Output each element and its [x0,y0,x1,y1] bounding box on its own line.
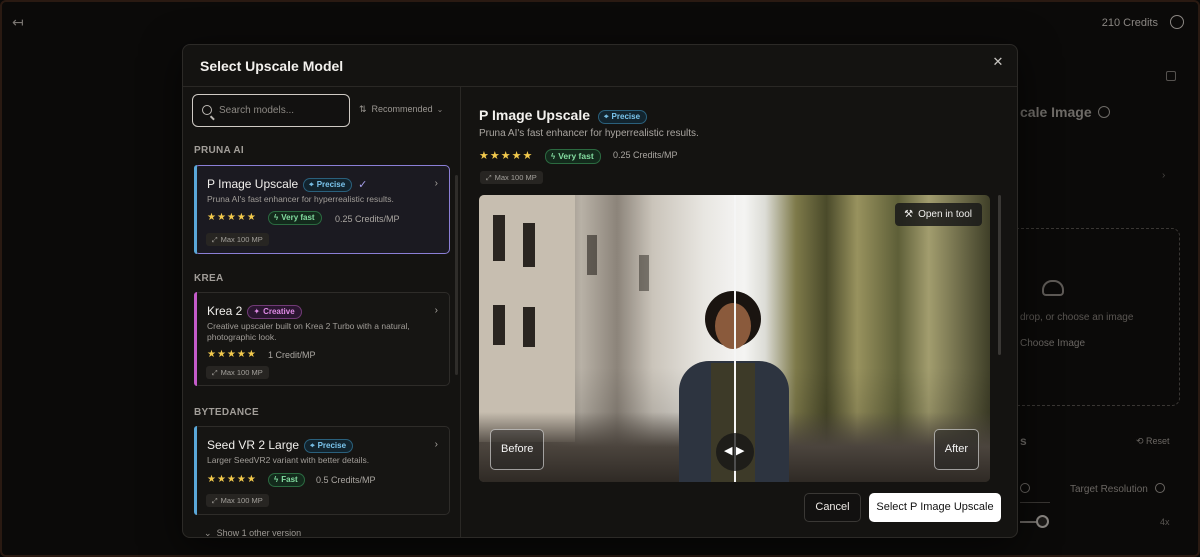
choose-image-button[interactable]: Choose Image [1020,338,1085,349]
max-mp-chip: ⤢ Max 100 MP [206,494,269,507]
close-icon[interactable]: ✕ [991,55,1005,69]
before-after-viewer[interactable]: ⚒ Open in tool Before After ◀ ▶ [479,195,990,482]
chevron-down-icon: ⌄ [204,528,212,538]
before-label: Before [490,429,545,470]
star-rating: ★★★★★ [479,150,534,162]
bolt-icon: ϟ [274,475,279,484]
detail-scrollbar[interactable] [998,195,1001,355]
info-icon [1020,483,1030,493]
model-description: Pruna AI's fast enhancer for hyperrealis… [207,194,394,204]
select-model-button[interactable]: Select P Image Upscale [869,493,1001,522]
card-stripe [194,426,197,515]
open-in-tool-button[interactable]: ⚒ Open in tool [895,203,982,226]
credits-count: 210 Credits [1101,17,1158,29]
target-icon: ⌖ [310,441,315,450]
credits-rate: 0.5 Credits/MP [316,475,376,485]
magic-wand-icon: ⚒ [904,209,914,220]
after-label: After [933,429,979,470]
speed-badge: ϟ Very fast [545,147,601,165]
creative-badge: ✦ Creative [247,305,302,319]
model-card-krea-2[interactable]: Krea 2 ✦ Creative › Creative upscaler buil… [194,292,450,386]
precise-badge: ⌖ Precise [598,110,648,124]
app-header: ↤ 210 Credits [2,2,1198,44]
speed-badge: ϟ Very fast [268,211,322,225]
chevron-right-icon: › [1162,170,1166,181]
detail-description: Pruna AI's fast enhancer for hyperrealis… [479,128,699,139]
show-other-version-button[interactable]: ⌄ Show 1 other version [204,528,301,538]
model-name: P Image Upscale ⌖ Precise ✓ [207,177,368,192]
theme-toggle-icon[interactable] [1170,15,1184,29]
max-mp-chip: ⤢ Max 100 MP [206,233,269,246]
model-card-p-image-upscale[interactable]: P Image Upscale ⌖ Precise ✓ › Pruna AI's fa… [194,165,450,254]
settings-heading: s [1020,434,1027,448]
scale-slider-handle[interactable] [1036,515,1049,528]
list-scrollbar[interactable] [455,175,458,375]
expand-icon: ⤢ [212,370,218,377]
model-name: Krea 2 ✦ Creative [207,304,302,319]
dialog-header: Select Upscale Model ✕ [183,45,1017,87]
cancel-button[interactable]: Cancel [804,493,861,522]
model-description: Creative upscaler built on Krea 2 Turbo … [207,321,410,342]
upscale-model-dialog: Select Upscale Model ✕ ⇅Recommended⌄ PRU… [182,44,1018,538]
speed-badge: ϟ Fast [268,473,305,487]
chevron-down-icon: ⌄ [436,105,444,114]
model-description: Larger SeedVR2 variant with better detai… [207,455,370,465]
credits-rate: 0.25 Credits/MP [613,150,678,160]
precise-badge: ⌖ Precise [303,178,353,192]
arrow-left-icon: ◀ [724,445,733,457]
max-mp-chip: ⤢ Max 100 MP [206,366,269,379]
group-label: KREA [194,273,224,284]
expand-icon: ⤢ [212,498,218,505]
page-title: cale Image [1020,104,1110,120]
scale-value: 4x [1160,517,1170,527]
sort-dropdown[interactable]: ⇅ Recommended ⌄ [359,104,443,115]
chevron-right-icon: › [434,178,438,189]
arrow-right-icon: ▶ [736,445,745,457]
group-label: BYTEDANCE [194,407,259,418]
credits-rate: 1 Credit/MP [268,350,316,360]
chevron-right-icon: › [434,439,438,450]
target-icon: ⌖ [309,180,314,189]
search-icon [202,105,212,115]
chevron-right-icon: › [434,305,438,316]
sort-arrows-icon: ⇅ [359,104,367,114]
detail-title: P Image Upscale ⌖ Precise [479,107,648,124]
target-resolution-label: Target Resolution [1070,484,1148,495]
upload-cloud-icon [1042,280,1064,296]
model-list-panel: ⇅Recommended⌄ PRUNA AI P Image Upscale⌖P… [183,87,461,537]
comparison-handle[interactable]: ◀ ▶ [716,433,754,471]
divider [1020,502,1050,503]
info-icon [1097,106,1110,118]
card-stripe [194,165,197,254]
expand-icon: ⤢ [486,175,492,182]
credits-rate: 0.25 Credits/MP [335,214,400,224]
info-icon [1155,483,1165,493]
model-name: Seed VR 2 Large ⌖ Precise [207,438,354,453]
star-rating: ★★★★★ [207,212,257,223]
dialog-title: Select Upscale Model [200,58,344,74]
precise-badge: ⌖ Precise [304,439,354,453]
reset-button[interactable]: ⟲ Reset [1136,436,1170,447]
model-detail-panel: P Image Upscale ⌖ Precise Pruna AI's fast … [462,87,1017,537]
group-label: PRUNA AI [194,145,244,156]
sort-label: Recommended [371,104,433,114]
star-rating: ★★★★★ [207,474,257,485]
search-box[interactable] [192,94,350,127]
sparkle-icon: ✦ [253,307,261,316]
max-mp-chip: ⤢ Max 100 MP [480,171,543,184]
panel-toggle-icon[interactable] [1166,71,1176,81]
bolt-icon: ϟ [551,152,556,161]
target-icon: ⌖ [604,112,609,121]
star-rating: ★★★★★ [207,349,257,360]
model-card-seed-vr-2-large[interactable]: Seed VR 2 Large ⌖ Precise › Larger SeedVR2… [194,426,450,515]
back-arrow-icon[interactable]: ↤ [12,15,26,29]
search-input[interactable] [219,95,347,126]
model-list: PRUNA AI P Image Upscale ⌖ Precise ✓ › Prun… [183,135,453,537]
card-stripe [194,292,197,386]
expand-icon: ⤢ [212,237,218,244]
check-icon: ✓ [358,179,368,191]
bolt-icon: ϟ [274,213,279,222]
dropzone-text: drop, or choose an image [1020,312,1134,323]
